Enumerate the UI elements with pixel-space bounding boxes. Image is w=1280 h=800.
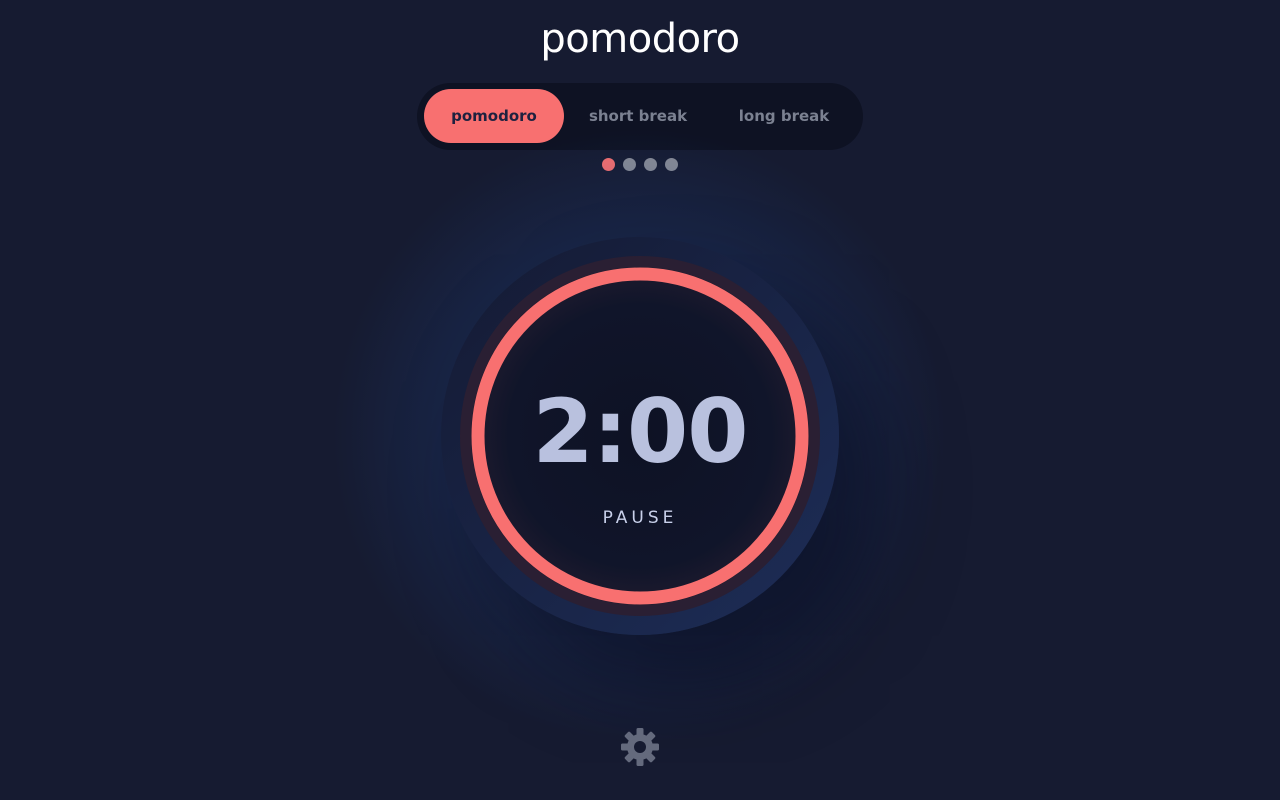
gear-icon [621, 728, 659, 766]
pomodoro-app: pomodoro pomodoro short break long break… [0, 0, 1280, 800]
tab-long-break[interactable]: long break [714, 89, 854, 143]
tab-pomodoro[interactable]: pomodoro [424, 89, 564, 143]
pause-button[interactable]: PAUSE [540, 504, 740, 532]
timer-display: 2:00 [532, 380, 749, 483]
settings-button[interactable] [620, 727, 660, 767]
app-title: pomodoro [540, 16, 740, 62]
